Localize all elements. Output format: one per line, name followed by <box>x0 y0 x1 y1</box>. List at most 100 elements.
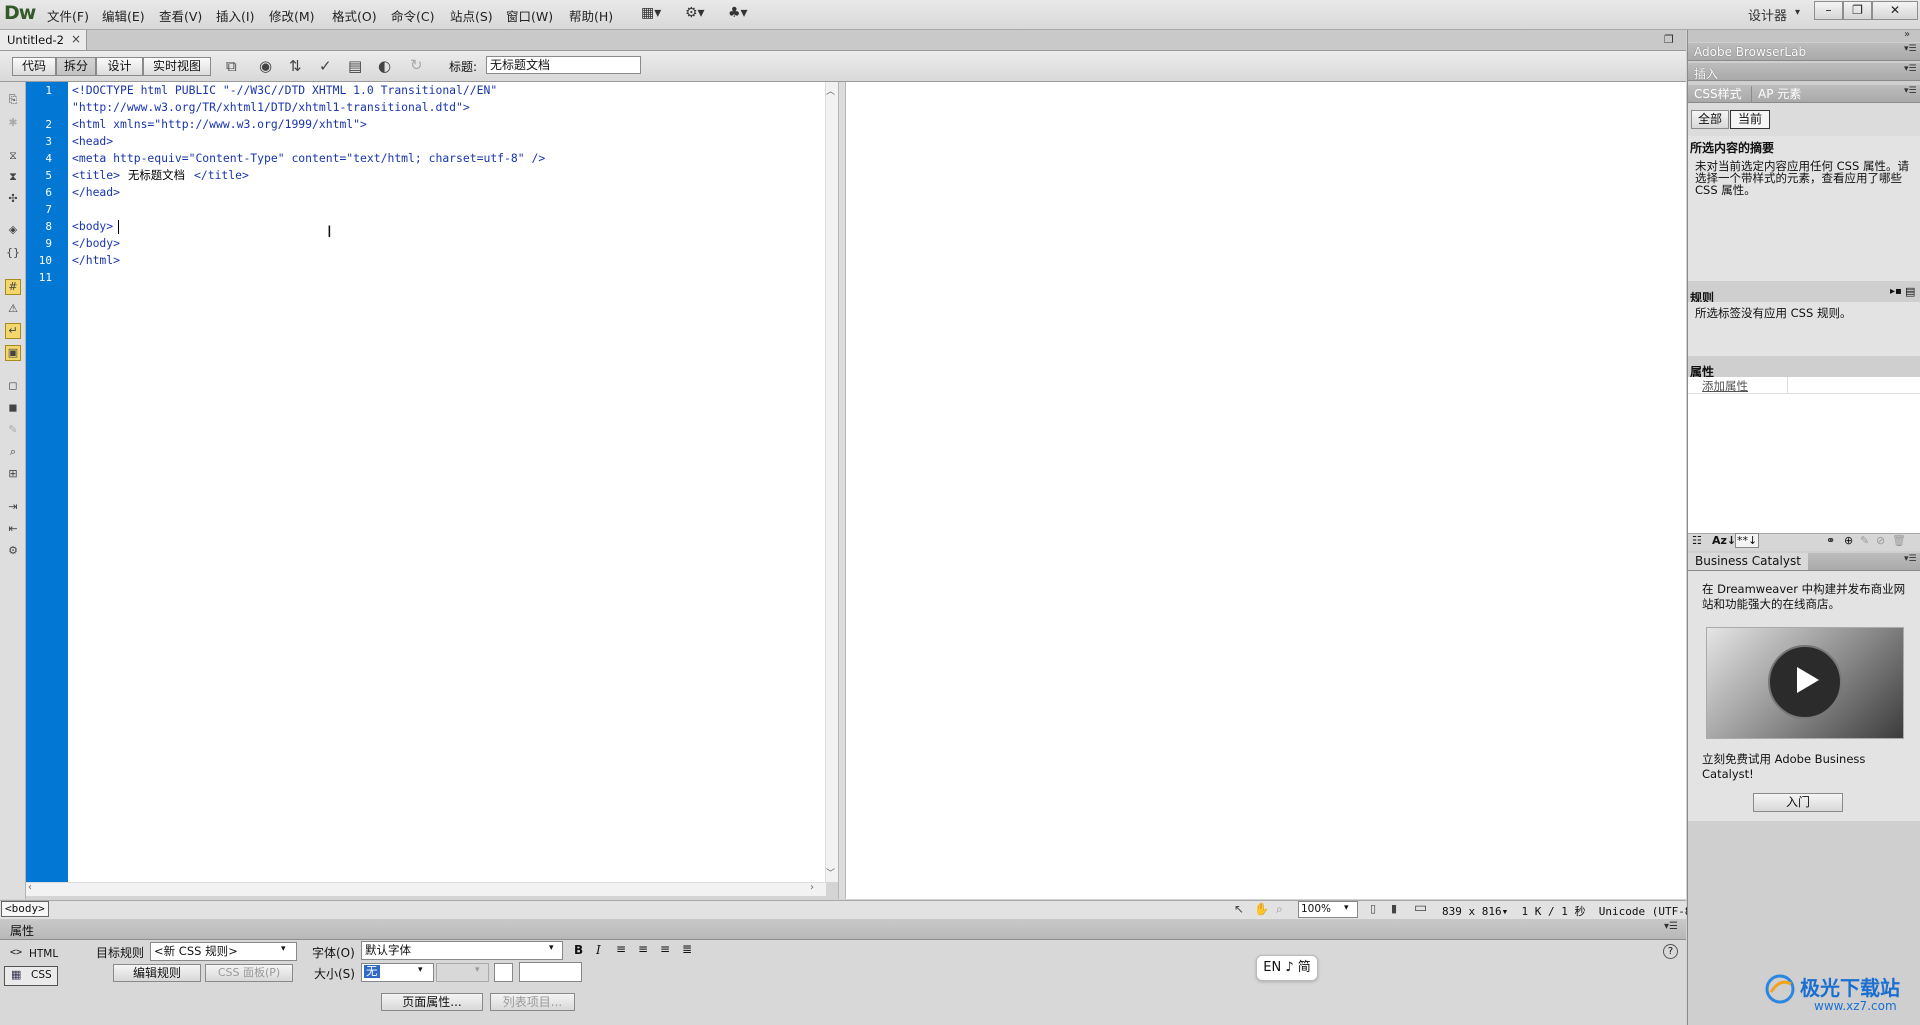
menu-modify[interactable]: 修改(M) <box>269 6 315 25</box>
trash-icon[interactable]: 🗑 <box>1892 534 1906 547</box>
gear-icon[interactable]: ⚙▾ <box>685 5 705 21</box>
window-dimensions[interactable]: 839 x 816 <box>1442 905 1502 918</box>
alpha-view-icon[interactable]: Az↓ <box>1712 534 1736 547</box>
multiscreen-icon[interactable]: ⧉ <box>226 57 237 75</box>
edit-rule-icon[interactable]: ✎ <box>1860 534 1869 547</box>
refresh-icon[interactable]: ↻ <box>410 56 423 74</box>
chevron-down-icon[interactable]: ▾ <box>475 965 480 975</box>
italic-button[interactable]: I <box>596 943 601 957</box>
category-view-icon[interactable]: ☷ <box>1692 534 1702 547</box>
scroll-left-icon[interactable]: ‹ <box>28 882 32 893</box>
new-css-rule-icon[interactable]: ⊕ <box>1844 534 1853 547</box>
align-right-icon[interactable]: ≡ <box>660 942 670 956</box>
chevron-down-icon[interactable]: ▾ <box>281 944 286 954</box>
move-css-icon[interactable]: ⊞ <box>5 466 21 482</box>
select-tool-icon[interactable]: ↖ <box>1234 902 1244 916</box>
zoom-select[interactable]: 100% <box>1298 901 1358 918</box>
target-rule-select[interactable]: <新 CSS 规则> <box>150 942 297 961</box>
collapse-tag-icon[interactable]: ⧖ <box>5 148 21 164</box>
all-mode-button[interactable]: 全部 <box>1691 110 1729 129</box>
html-mode-button[interactable]: HTML <box>29 948 58 960</box>
restore-doc-icon[interactable]: ❐ <box>1664 33 1674 46</box>
wrap-tag-icon[interactable]: ✎ <box>5 422 21 438</box>
panel-menu-icon[interactable]: ▾☰ <box>1904 554 1917 564</box>
close-icon[interactable]: × <box>71 32 81 46</box>
check-compat-icon[interactable]: ◐ <box>378 57 391 75</box>
help-icon[interactable]: ? <box>1663 944 1678 959</box>
page-properties-button[interactable]: 页面属性... <box>381 993 483 1011</box>
outdent-icon[interactable]: ⇤ <box>5 521 21 537</box>
text-color-swatch[interactable] <box>494 963 513 982</box>
close-button[interactable]: ✕ <box>1872 1 1918 20</box>
panel-menu-icon[interactable]: ▾☰ <box>1904 44 1917 54</box>
menu-view[interactable]: 查看(V) <box>159 6 202 25</box>
menu-window[interactable]: 窗口(W) <box>506 6 553 25</box>
size-unit-select[interactable] <box>436 963 489 982</box>
panel-menu-icon[interactable]: ▾☰ <box>1664 921 1678 932</box>
bold-button[interactable]: B <box>574 943 583 957</box>
insert-header[interactable] <box>1688 63 1920 81</box>
menu-commands[interactable]: 命令(C) <box>391 6 434 25</box>
workspace-switcher[interactable]: 设计器 <box>1748 5 1787 24</box>
add-property-link[interactable]: 添加属性 <box>1702 378 1748 394</box>
split-divider[interactable] <box>838 82 846 899</box>
menu-format[interactable]: 格式(O) <box>332 6 377 25</box>
highlight-invalid-icon[interactable]: ⚠ <box>5 301 21 317</box>
tab-css-styles[interactable]: CSS样式 <box>1688 86 1748 102</box>
section-divider[interactable] <box>1688 281 1920 287</box>
menu-insert[interactable]: 插入(I) <box>216 6 254 25</box>
expand-all-icon[interactable]: ✣ <box>5 191 21 207</box>
visual-aids-icon[interactable]: ▤ <box>348 57 362 75</box>
collapse-selection-icon[interactable]: ⧗ <box>5 169 21 185</box>
word-wrap-icon[interactable]: ↵ <box>5 323 21 339</box>
align-left-icon[interactable]: ≡ <box>616 942 626 956</box>
show-code-navigator-icon[interactable]: ✱ <box>5 115 21 131</box>
layout-icon[interactable]: ▦▾ <box>641 5 661 21</box>
set-properties-view-icon[interactable]: **↓ <box>1735 533 1760 548</box>
recent-snippets-icon[interactable]: ⌕ <box>5 444 21 460</box>
zoom-tool-icon[interactable]: ⌕ <box>1276 902 1283 917</box>
get-started-button[interactable]: 入门 <box>1753 793 1843 812</box>
syntax-coloring-icon[interactable]: ▣ <box>5 345 21 361</box>
format-source-icon[interactable]: ⚙ <box>5 543 21 559</box>
chevron-down-icon[interactable]: ▾ <box>1344 903 1349 913</box>
scroll-right-icon[interactable]: › <box>810 882 814 893</box>
code-editor[interactable] <box>68 82 828 882</box>
tab-business-catalyst[interactable]: Business Catalyst <box>1688 553 1808 570</box>
indent-icon[interactable]: ⇥ <box>5 499 21 515</box>
menu-file[interactable]: 文件(F) <box>47 6 89 25</box>
chevron-down-icon[interactable]: ▾ <box>549 943 554 953</box>
remove-comment-icon[interactable]: ◼ <box>5 400 21 416</box>
chevron-down-icon[interactable]: ▾ <box>1795 7 1800 18</box>
desktop-size-icon[interactable]: ▭ <box>1414 900 1427 916</box>
open-documents-icon[interactable]: ⎘ <box>5 92 21 108</box>
menu-edit[interactable]: 编辑(E) <box>102 6 145 25</box>
scroll-up-icon[interactable]: ︿ <box>826 84 835 97</box>
select-parent-tag-icon[interactable]: ◈ <box>5 222 21 238</box>
site-icon[interactable]: ♣▾ <box>728 5 748 21</box>
design-view-button[interactable]: 设计 <box>96 57 143 76</box>
properties-panel-header[interactable] <box>0 919 1686 940</box>
minimize-button[interactable]: – <box>1814 1 1843 20</box>
tab-ap-elements[interactable]: AP 元素 <box>1751 86 1807 102</box>
collapse-dock-icon[interactable]: » <box>1904 29 1910 40</box>
disable-icon[interactable]: ⊘ <box>1876 534 1885 547</box>
align-justify-icon[interactable]: ≣ <box>682 942 692 956</box>
code-horizontal-scrollbar[interactable] <box>26 882 826 896</box>
current-mode-button[interactable]: 当前 <box>1730 110 1770 129</box>
balance-braces-icon[interactable]: {} <box>5 245 21 261</box>
edit-rule-button[interactable]: 编辑规则 <box>113 964 201 982</box>
rule-info-icon[interactable]: ▤ <box>1905 285 1915 298</box>
section-divider[interactable] <box>1688 356 1920 362</box>
list-item-button[interactable]: 列表项目... <box>490 993 575 1011</box>
window-size-icon[interactable]: ▯ <box>1370 902 1376 915</box>
css-panel-button[interactable]: CSS 面板(P) <box>205 964 293 982</box>
title-input[interactable]: 无标题文档 <box>486 56 641 74</box>
hand-tool-icon[interactable]: ✋ <box>1254 902 1269 916</box>
file-management-icon[interactable]: ⇅ <box>289 57 302 75</box>
tag-selector[interactable]: <body> <box>1 901 49 917</box>
ime-indicator[interactable]: EN ♪ 简 <box>1256 955 1318 981</box>
cascade-view-icon[interactable]: ▸▪ <box>1890 286 1902 297</box>
text-color-input[interactable] <box>519 962 582 982</box>
chevron-down-icon[interactable]: ▾ <box>418 965 423 975</box>
